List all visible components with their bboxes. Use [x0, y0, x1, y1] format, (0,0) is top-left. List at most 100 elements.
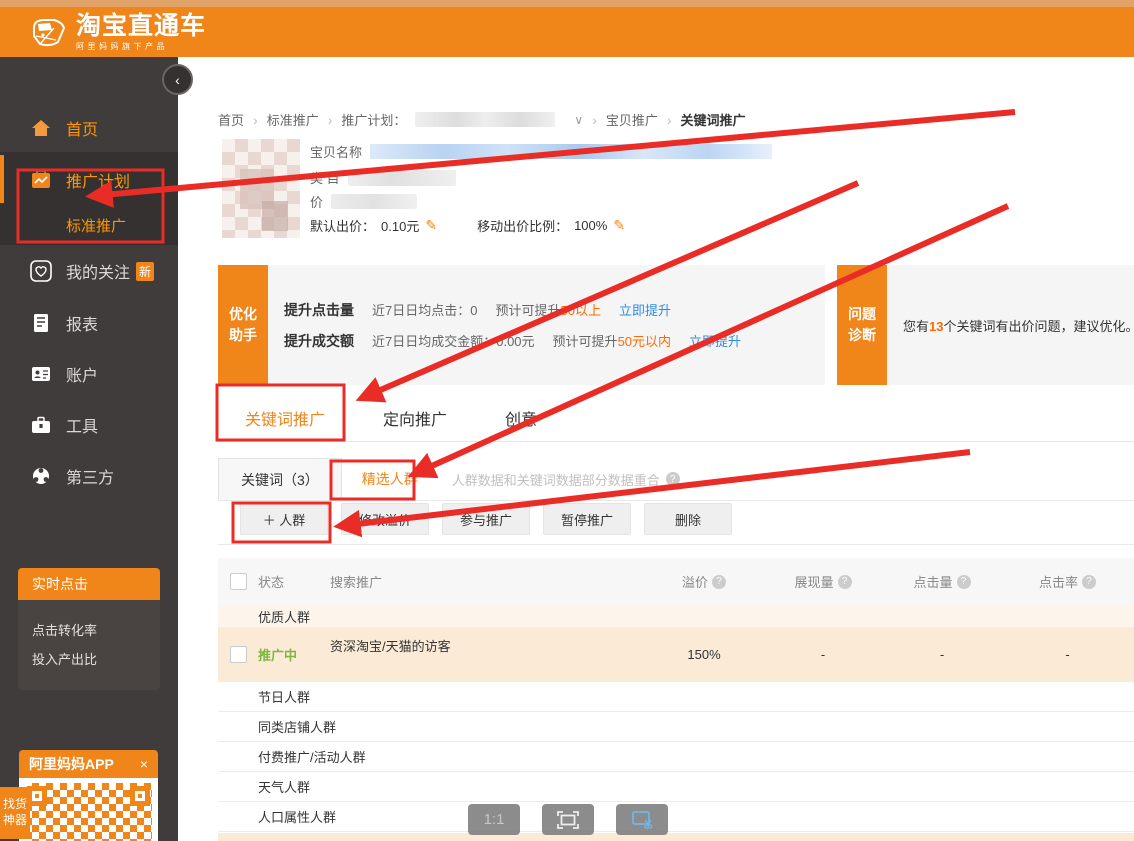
breadcrumb-home[interactable]: 首页 — [218, 110, 244, 129]
product-image-redacted — [222, 139, 300, 238]
breadcrumb-separator: › — [328, 112, 333, 128]
new-badge: 新 — [136, 262, 154, 281]
optimization-assistant-panel: 优化 助手 提升点击量 近7日日均点击：0 预计可提升50以上 立即提升 提升成… — [218, 265, 825, 385]
side-tag-line1: 找货 — [3, 797, 27, 813]
sidebar-item-label: 工具 — [66, 413, 98, 437]
sidebar-item-label: 我的关注 — [66, 259, 130, 283]
assistant-title: 优化 助手 — [218, 265, 268, 385]
sidebar-item-tools[interactable]: 工具 — [0, 407, 178, 443]
table-header: 状态 搜索推广 溢价? 展现量? 点击量? 点击率? — [218, 558, 1134, 605]
sidebar-collapse-button[interactable]: ‹ — [162, 64, 193, 95]
sidebar-tag-finder[interactable]: 找货 神器 — [0, 787, 30, 839]
edit-bid-pencil-icon[interactable]: ✎ — [425, 217, 437, 234]
realtime-item-ctr[interactable]: 点击转化率 — [32, 620, 146, 639]
realtime-item-roi[interactable]: 投入产出比 — [32, 649, 146, 668]
list-item-similar-shops[interactable]: 同类店铺人群 — [218, 712, 1134, 742]
app-panel-title: 阿里妈妈APP — [29, 754, 114, 774]
thirdparty-icon — [30, 465, 52, 487]
problem-count: 13 — [929, 319, 943, 334]
assistant-forecast: 预计可提升50以上 — [495, 300, 600, 319]
audience-category-list: 节日人群 同类店铺人群 付费推广/活动人群 天气人群 人口属性人群 — [218, 682, 1134, 832]
sidebar-item-campaigns[interactable]: 推广计划 — [0, 162, 178, 198]
heart-icon — [30, 260, 52, 282]
qr-code — [19, 778, 158, 841]
col-clicks: 点击量 — [913, 572, 952, 591]
boost-now-link[interactable]: 立即提升 — [619, 300, 671, 319]
list-item-paid-promo[interactable]: 付费推广/活动人群 — [218, 742, 1134, 772]
tab-keyword-promo[interactable]: 关键词推广 — [245, 406, 325, 430]
breadcrumb-separator: › — [667, 112, 672, 128]
sidebar-item-reports[interactable]: 报表 — [0, 305, 178, 341]
product-name-label: 宝贝名称 — [310, 142, 362, 161]
list-item-holiday[interactable]: 节日人群 — [218, 682, 1134, 712]
report-icon — [30, 312, 52, 334]
breadcrumb-item-promo[interactable]: 宝贝推广 — [606, 110, 658, 129]
sidebar-subitem-label: 标准推广 — [66, 215, 126, 236]
help-icon[interactable]: ? — [666, 472, 680, 486]
help-icon[interactable]: ? — [1082, 575, 1096, 589]
edit-ratio-pencil-icon[interactable]: ✎ — [613, 217, 625, 234]
diagnosis-title-line2: 诊断 — [848, 325, 876, 346]
subtab-audience[interactable]: 精选人群 — [342, 469, 438, 489]
assistant-title-line2: 助手 — [229, 325, 257, 346]
default-bid-label: 默认出价： — [310, 216, 375, 235]
partial-row-strip — [218, 833, 1134, 841]
col-ctr: 点击率 — [1039, 572, 1078, 591]
row-checkbox[interactable] — [230, 646, 247, 663]
sidebar-item-account[interactable]: 账户 — [0, 356, 178, 392]
chevron-left-icon: ‹ — [175, 72, 180, 88]
account-icon — [30, 363, 52, 385]
premium-value: 150% — [645, 647, 763, 662]
tab-targeted-promo[interactable]: 定向推广 — [383, 406, 447, 430]
help-icon[interactable]: ? — [957, 575, 971, 589]
audience-name: 资深淘宝/天猫的访客 — [330, 627, 645, 655]
ctr-value: - — [1001, 647, 1134, 662]
help-icon[interactable]: ? — [712, 575, 726, 589]
join-promo-button[interactable]: 参与推广 — [442, 503, 530, 535]
chevron-down-icon[interactable]: ∨ — [574, 113, 583, 127]
redacted-campaign-name — [415, 112, 555, 127]
help-icon[interactable]: ? — [838, 575, 852, 589]
home-icon — [30, 117, 52, 139]
sidebar-item-thirdparty[interactable]: 第三方 — [0, 458, 178, 494]
table-toolbar: ＋ 人群 修改溢价 参与推广 暂停推广 删除 — [218, 503, 1134, 545]
list-item-demographics[interactable]: 人口属性人群 — [218, 802, 1134, 832]
product-price-label: 价 — [310, 192, 323, 211]
group-row-premium-audience: 优质人群 — [218, 605, 1134, 627]
table-row[interactable]: 推广中 资深淘宝/天猫的访客 150% - - - — [218, 627, 1134, 682]
train-icon — [28, 14, 68, 50]
snip-button[interactable] — [616, 804, 668, 835]
fit-screen-button[interactable] — [542, 804, 594, 835]
col-impressions: 展现量 — [794, 572, 833, 591]
problem-diagnosis-panel: 问题 诊断 您有13个关键词有出价问题，建议优化。立即 — [837, 265, 1134, 385]
tab-creative[interactable]: 创意 — [505, 406, 537, 430]
delete-button[interactable]: 删除 — [644, 503, 732, 535]
modify-premium-button[interactable]: 修改溢价 — [341, 503, 429, 535]
add-audience-button[interactable]: ＋ 人群 — [240, 503, 328, 535]
subtab-note: 人群数据和关键词数据部分数据重合 ? — [452, 470, 680, 489]
clicks-value: - — [883, 647, 1001, 662]
close-icon[interactable]: × — [140, 756, 148, 772]
top-strip — [0, 0, 1134, 7]
snip-icon — [631, 810, 653, 830]
sidebar-item-standard-promo[interactable]: 标准推广 — [0, 207, 178, 243]
zoom-1-1-button[interactable]: 1:1 — [468, 804, 520, 835]
list-item-weather[interactable]: 天气人群 — [218, 772, 1134, 802]
product-category-label: 类 目 — [310, 168, 340, 187]
breadcrumb-standard[interactable]: 标准推广 — [267, 110, 319, 129]
boost-now-link[interactable]: 立即提升 — [689, 331, 741, 350]
sidebar-item-label: 推广计划 — [66, 168, 130, 192]
subtab-keywords[interactable]: 关键词（3） — [218, 458, 342, 500]
sidebar-item-label: 报表 — [66, 311, 98, 335]
campaign-icon — [30, 169, 52, 191]
select-all-checkbox[interactable] — [230, 573, 247, 590]
page-root: 淘宝直通车 阿里妈妈旗下产品 首页 推广计划 标准推广 — [0, 0, 1134, 841]
sidebar-item-home[interactable]: 首页 — [0, 110, 178, 146]
assistant-action: 提升成交额 — [284, 331, 354, 351]
pause-promo-button[interactable]: 暂停推广 — [543, 503, 631, 535]
breadcrumb-campaign-label: 推广计划： — [341, 110, 406, 129]
sidebar-item-favorites[interactable]: 我的关注 新 — [0, 253, 178, 289]
logo-subtitle: 阿里妈妈旗下产品 — [76, 43, 206, 51]
breadcrumb-current: 关键词推广 — [681, 110, 746, 129]
group-row-label: 优质人群 — [258, 607, 310, 626]
